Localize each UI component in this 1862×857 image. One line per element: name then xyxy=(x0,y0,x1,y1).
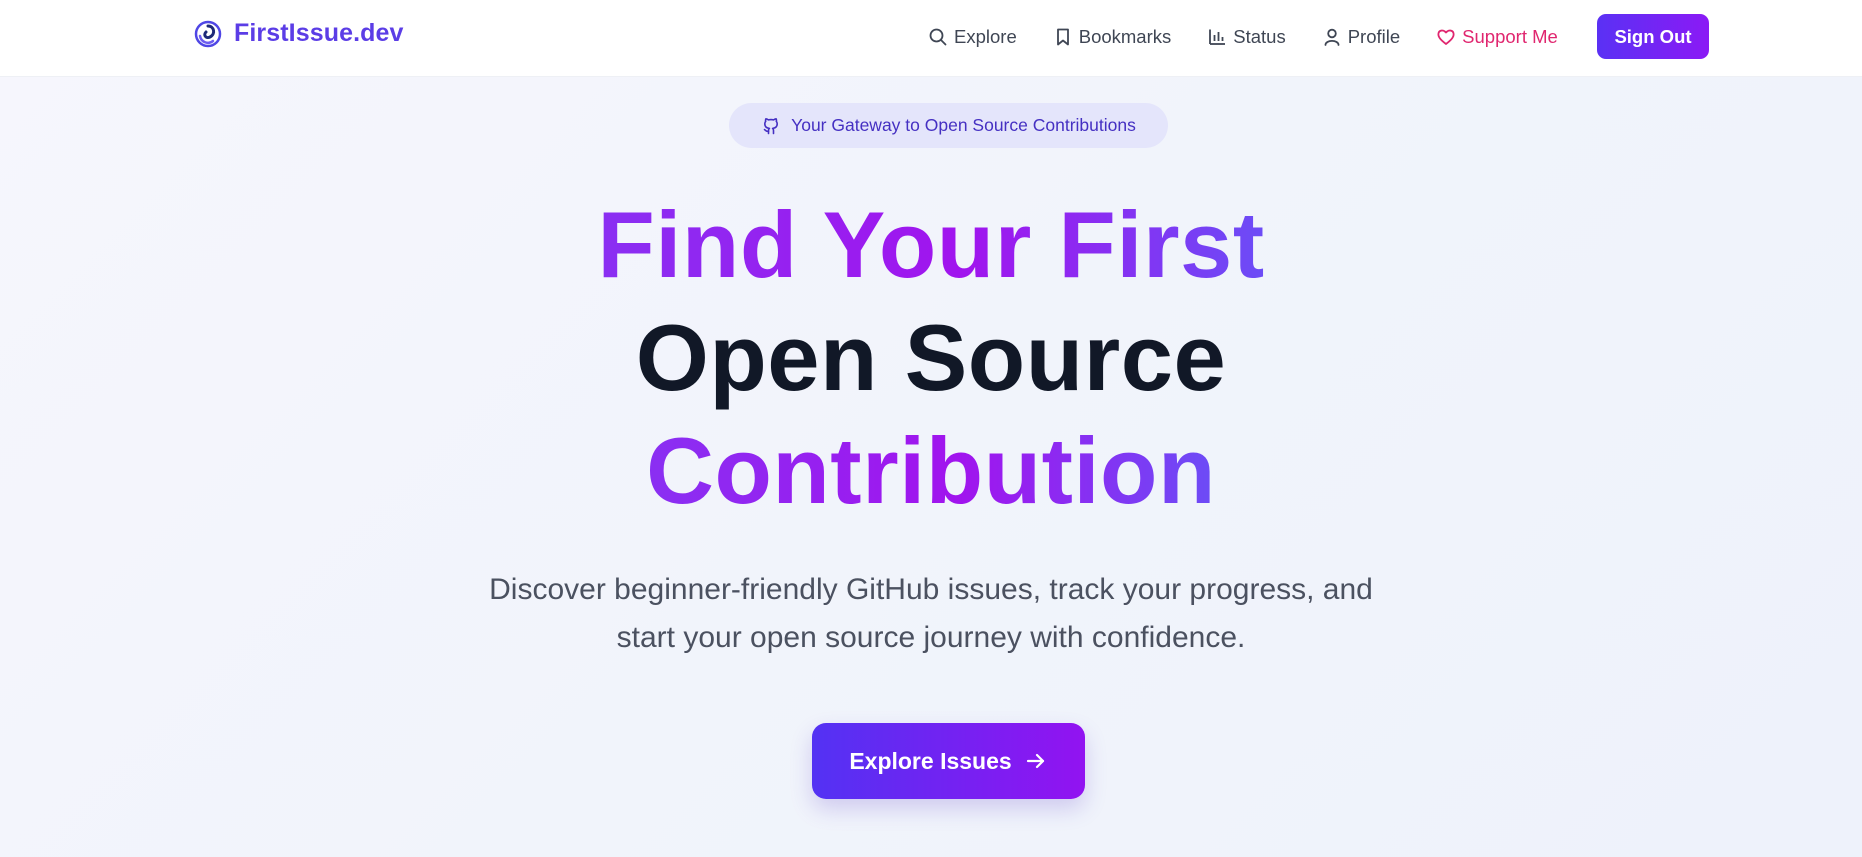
explore-issues-button[interactable]: Explore Issues xyxy=(812,723,1085,799)
hero-subtitle-line-1: Discover beginner-friendly GitHub issues… xyxy=(489,573,1373,606)
hero-title: Find Your First Open Source Contribution xyxy=(0,188,1862,527)
nav-links: Explore Bookmarks Status Profile Support… xyxy=(928,0,1598,73)
explore-issues-label: Explore Issues xyxy=(849,747,1012,774)
nav-profile[interactable]: Profile xyxy=(1322,26,1400,48)
nav-profile-label: Profile xyxy=(1347,25,1401,47)
spiral-logo-icon xyxy=(194,20,222,48)
arrow-right-icon xyxy=(1024,749,1048,773)
hero-subtitle: Discover beginner-friendly GitHub issues… xyxy=(431,566,1431,662)
bar-chart-icon xyxy=(1207,27,1227,47)
hero-title-line-2: Open Source xyxy=(635,305,1227,410)
brand-home-link[interactable]: FirstIssue.dev xyxy=(194,19,404,48)
hero-title-line-3: Contribution xyxy=(646,418,1216,523)
tagline-text: Your Gateway to Open Source Contribution… xyxy=(791,115,1136,135)
github-icon xyxy=(761,116,781,136)
hero-subtitle-line-2: start your open source journey with conf… xyxy=(616,621,1246,654)
nav-support-label: Support Me xyxy=(1462,25,1558,47)
brand-name: FirstIssue.dev xyxy=(234,19,404,47)
nav-status[interactable]: Status xyxy=(1207,25,1286,48)
nav-bookmarks[interactable]: Bookmarks xyxy=(1053,25,1172,48)
hero-title-line-1: Find Your First xyxy=(597,192,1265,297)
tagline-pill: Your Gateway to Open Source Contribution… xyxy=(729,103,1168,148)
sign-out-button[interactable]: Sign Out xyxy=(1597,14,1709,59)
top-navbar: FirstIssue.dev Explore Bookmarks Status … xyxy=(0,0,1862,77)
search-icon xyxy=(928,27,948,47)
nav-support[interactable]: Support Me xyxy=(1436,26,1558,48)
nav-bookmarks-label: Bookmarks xyxy=(1078,25,1172,47)
user-icon xyxy=(1322,27,1342,47)
nav-explore[interactable]: Explore xyxy=(928,26,1017,48)
nav-status-label: Status xyxy=(1233,25,1286,47)
bookmark-icon xyxy=(1053,27,1073,47)
nav-explore-label: Explore xyxy=(954,25,1017,47)
heart-icon xyxy=(1436,27,1456,47)
